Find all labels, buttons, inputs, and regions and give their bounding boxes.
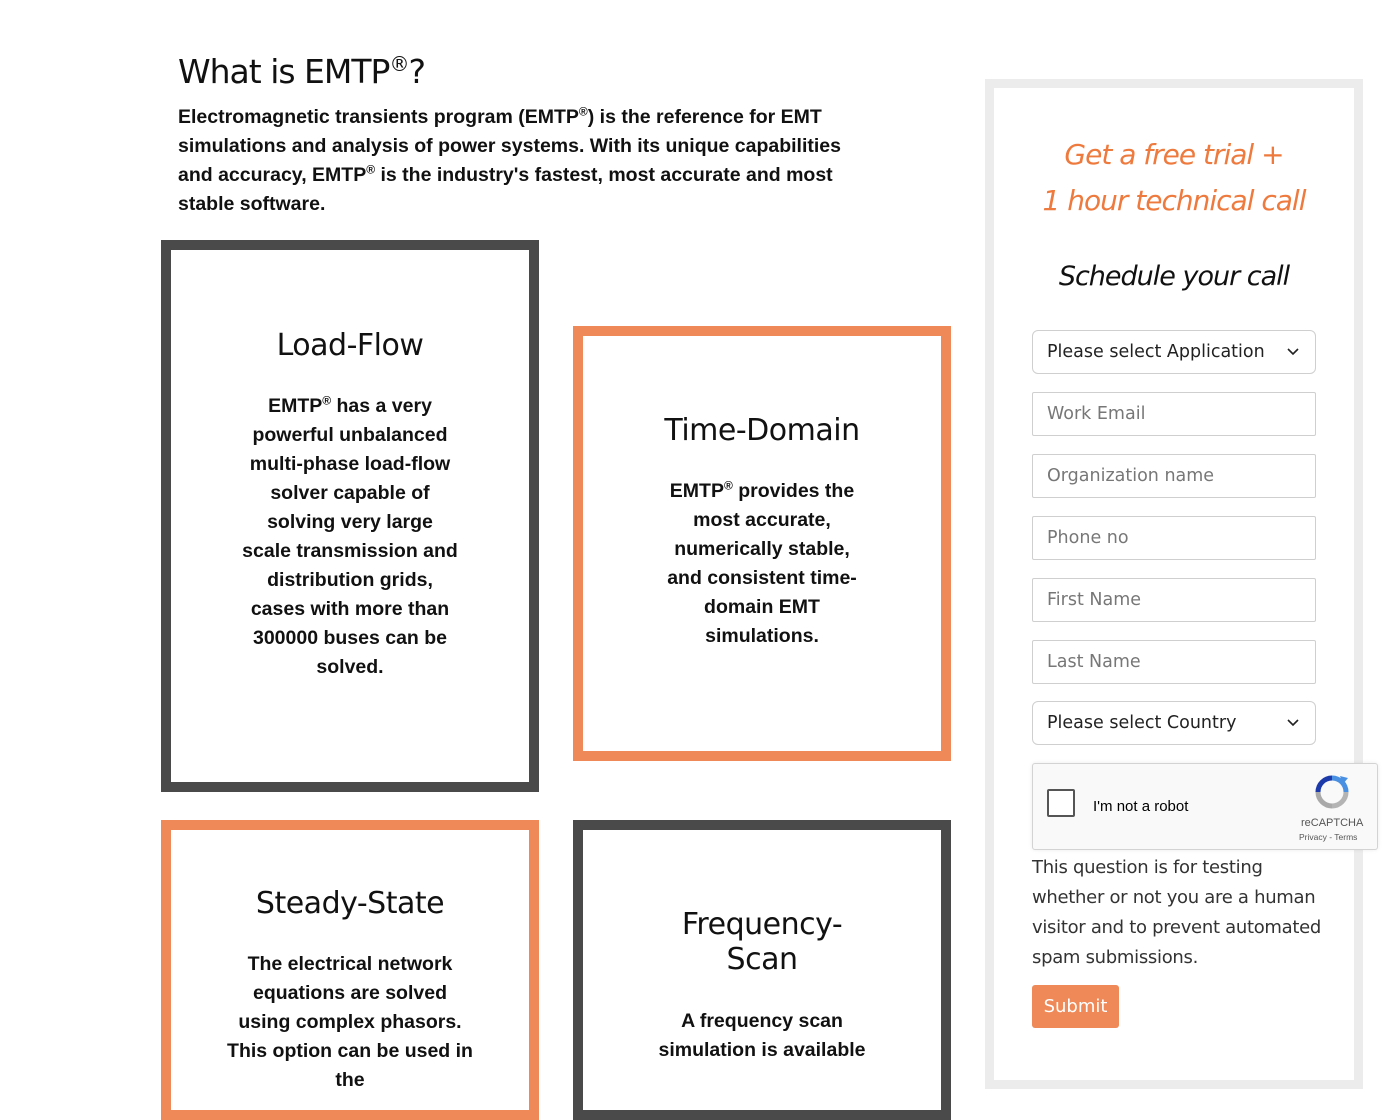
work-email-field[interactable] (1032, 392, 1316, 436)
card-title: Time-Domain (664, 413, 860, 448)
country-select-value: Please select Country (1047, 713, 1237, 733)
card-description: EMTP® has a very powerful unbalanced mul… (242, 393, 458, 679)
promo-heading-line-1: Get a free trial + (1064, 138, 1284, 171)
card-title: Frequency- Scan (681, 907, 843, 977)
phone-field[interactable] (1032, 516, 1316, 560)
card-title: Steady-State (255, 886, 445, 921)
recaptcha-widget: I'm not a robot reCAPTCHA Privacy - Term… (1032, 763, 1378, 850)
recaptcha-brand: reCAPTCHA (1301, 817, 1364, 829)
intro-paragraph: Electromagnetic transients program (EMTP… (178, 104, 841, 216)
submit-button[interactable]: Submit (1032, 985, 1119, 1028)
chevron-down-icon (1287, 348, 1299, 356)
feature-card-load-flow: Load-Flow EMTP® has a very powerful unba… (161, 240, 539, 792)
card-description: EMTP® provides the most accurate, numeri… (667, 478, 857, 648)
recaptcha-label: I'm not a robot (1093, 798, 1189, 815)
last-name-field[interactable] (1032, 640, 1316, 684)
promo-heading-line-2: 1 hour technical call (1042, 184, 1307, 217)
recaptcha-logo-icon (1315, 775, 1349, 809)
application-select[interactable]: Please select Application (1032, 330, 1316, 374)
first-name-field[interactable] (1032, 578, 1316, 622)
card-title: Load-Flow (276, 328, 424, 363)
recaptcha-checkbox[interactable] (1047, 789, 1075, 817)
organization-field[interactable] (1032, 454, 1316, 498)
country-select[interactable]: Please select Country (1032, 701, 1316, 745)
page-title: What is EMTP®? (178, 52, 426, 91)
feature-card-time-domain: Time-Domain EMTP® provides the most accu… (573, 326, 951, 761)
card-description: A frequency scan simulation is available (658, 1010, 866, 1061)
chevron-down-icon (1287, 719, 1299, 727)
feature-card-frequency-scan: Frequency- Scan A frequency scan simulati… (573, 820, 951, 1120)
captcha-disclaimer: This question is for testing whether or … (1032, 857, 1322, 968)
feature-card-steady-state: Steady-State The electrical network equa… (161, 820, 539, 1120)
recaptcha-terms-link[interactable]: Privacy - Terms (1299, 832, 1357, 842)
application-select-value: Please select Application (1047, 342, 1265, 362)
schedule-title: Schedule your call (1058, 261, 1290, 292)
card-description: The electrical network equations are sol… (227, 953, 473, 1091)
